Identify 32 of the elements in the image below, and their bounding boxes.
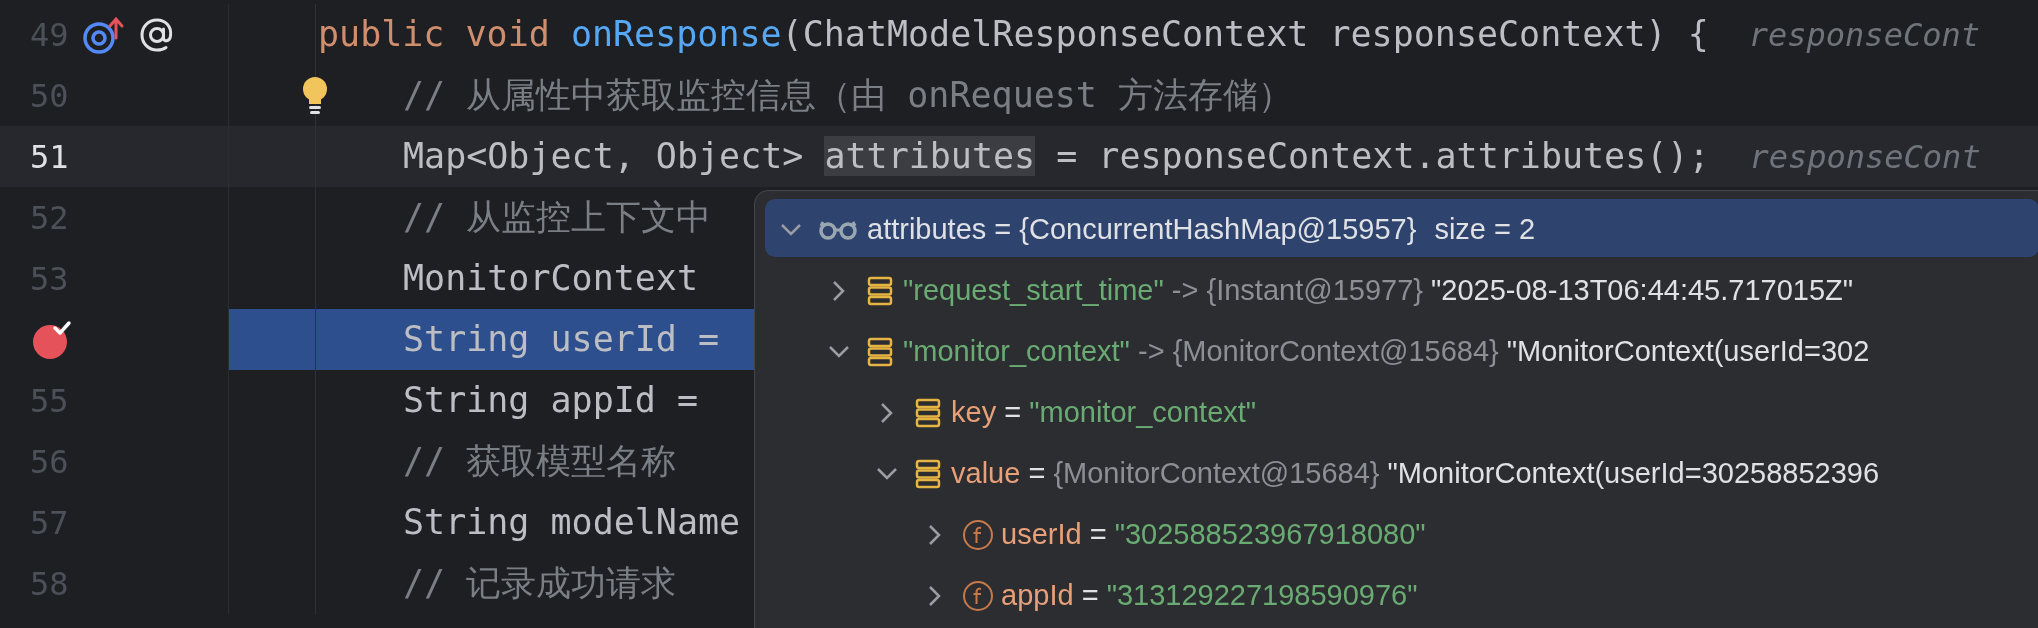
stack-icon (915, 458, 941, 489)
tree-node-label[interactable]: "monitor_context" -> {MonitorContext@15684} "MonitorContext(userId=302 (903, 329, 1870, 374)
code-line: String appId = (403, 379, 698, 423)
code-line: // 获取模型名称 (403, 440, 677, 484)
code-line: public void onResponse(ChatModelResponseContext responseContext) { (318, 13, 1709, 57)
inline-hint: responseCont (1748, 14, 1980, 56)
field-icon (963, 519, 993, 550)
line-number: 51 (30, 136, 69, 178)
chevron-down-icon[interactable] (875, 465, 899, 482)
stack-icon (867, 336, 893, 367)
code-line: // 从属性中获取监控信息（由 onRequest 方法存储） (403, 74, 1293, 118)
inline-hint: responseCont (1749, 136, 1981, 178)
stack-icon (915, 397, 941, 428)
chevron-down-icon[interactable] (779, 221, 803, 238)
code-line: MonitorContext (403, 257, 698, 301)
tree-node-label[interactable]: key = "monitor_context" (951, 390, 1257, 435)
code-line: // 记录成功请求 (403, 562, 677, 606)
tree-node-label[interactable]: appId = "313129227198590976" (1001, 573, 1418, 618)
at-sign-icon (138, 16, 175, 53)
code-line: String modelName (403, 501, 741, 545)
stack-icon (867, 275, 893, 306)
tree-node-label[interactable]: "request_start_time" -> {Instant@15977} "2025-08-13T06:44:45.717015Z" (903, 268, 1854, 313)
field-icon (963, 580, 993, 611)
implements-arrow-icon[interactable] (82, 15, 125, 54)
code-line: // 从监控上下文中 (403, 196, 712, 240)
lightbulb-icon[interactable] (301, 75, 329, 116)
tree-node-label[interactable]: attributes = {ConcurrentHashMap@15957} size = 2 (867, 207, 1536, 252)
code-line: String userId = (403, 318, 720, 362)
tree-node-label[interactable]: value = {MonitorContext@15684} "MonitorContext(userId=30258852396 (951, 451, 1880, 496)
chevron-down-icon[interactable] (827, 343, 851, 360)
code-line: Map<Object, Object> attributes = responseContext.attributes(); (403, 135, 1710, 179)
tree-node-label[interactable]: userId = "302588523967918080" (1001, 512, 1426, 557)
